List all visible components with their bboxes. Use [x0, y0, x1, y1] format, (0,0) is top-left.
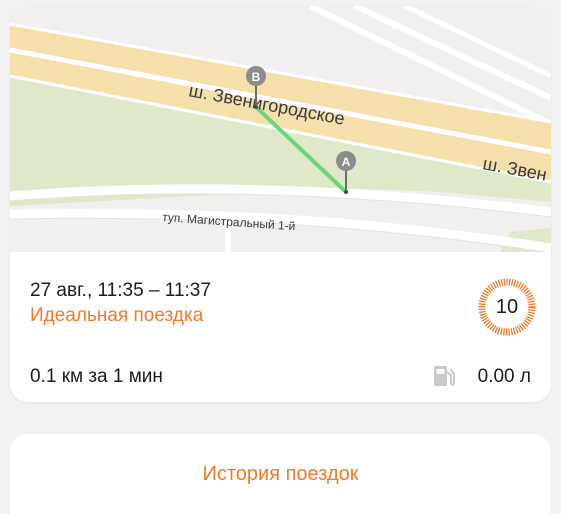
trip-fuel: 0.00 л	[477, 366, 531, 387]
trip-score-value: 10	[495, 296, 519, 318]
start-marker-label: A	[342, 155, 351, 169]
trip-map[interactable]: ш. Звенигородское ш. Звен туп. Магистрал…	[10, 6, 551, 252]
trip-card[interactable]: ш. Звенигородское ш. Звен туп. Магистрал…	[10, 6, 551, 402]
trip-status: Идеальная поездка	[30, 305, 204, 326]
trip-info: 27 авг., 11:35 – 11:37 Идеальная поездка…	[10, 252, 551, 402]
trip-history-button[interactable]: История поездок	[10, 434, 551, 514]
fuel-pump-icon	[434, 366, 455, 386]
trip-time-range: 27 авг., 11:35 – 11:37	[30, 280, 211, 301]
trip-distance: 0.1 км за 1 мин	[30, 366, 163, 387]
trip-score-badge[interactable]: 10	[477, 277, 537, 337]
end-marker-label: B	[252, 70, 261, 84]
